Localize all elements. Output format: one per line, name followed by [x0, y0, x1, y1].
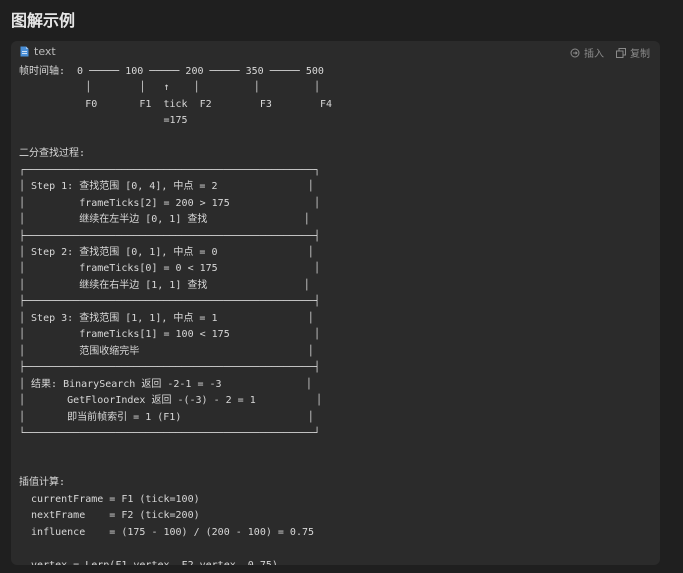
insert-button[interactable]: 插入	[570, 45, 604, 60]
code-line: └───────────────────────────────────────…	[19, 427, 321, 439]
code-line: vertex = Lerp(F1.vertex, F2.vertex, 0.75…	[19, 560, 278, 565]
code-line: 插值计算:	[19, 477, 66, 489]
code-line: │ frameTicks[2] = 200 > 175 │	[19, 197, 321, 209]
language-name: text	[34, 45, 56, 58]
code-line: │ │ ↑ │ │ │	[19, 82, 321, 94]
code-line: ┌───────────────────────────────────────…	[19, 164, 321, 176]
code-content: 帧时间轴: 0 ───── 100 ───── 200 ───── 350 ──…	[19, 64, 332, 565]
code-line: │ Step 2: 查找范围 [0, 1], 中点 = 0 │	[19, 246, 314, 258]
code-line: │ 继续在右半边 [1, 1] 查找 │	[19, 279, 310, 291]
code-line: ├───────────────────────────────────────…	[19, 230, 321, 242]
code-block: text 插入 复制 帧时间轴: 0 ───── 100 ───── 200 ─…	[11, 41, 660, 565]
code-line: influence = (175 - 100) / (200 - 100) = …	[19, 526, 315, 538]
code-line: ├───────────────────────────────────────…	[19, 296, 321, 308]
code-line: =175	[19, 115, 188, 127]
code-line: │ frameTicks[0] = 0 < 175 │	[19, 263, 321, 275]
copy-label: 复制	[630, 49, 650, 60]
code-line: currentFrame = F1 (tick=100)	[19, 493, 200, 505]
code-line: 帧时间轴: 0 ───── 100 ───── 200 ───── 350 ──…	[19, 66, 324, 77]
code-line: │ 结果: BinarySearch 返回 -2-1 = -3 │	[19, 378, 312, 390]
code-line: 二分查找过程:	[19, 148, 86, 160]
code-line: │ 继续在左半边 [0, 1] 查找 │	[19, 214, 310, 226]
file-icon	[20, 46, 29, 57]
page-title: 图解示例	[11, 11, 76, 30]
copy-button[interactable]: 复制	[616, 45, 650, 60]
language-label: text	[20, 45, 56, 58]
code-line: nextFrame = F2 (tick=200)	[19, 510, 200, 522]
code-line: │ GetFloorIndex 返回 -(-3) - 2 = 1 │	[19, 395, 322, 407]
code-line: F0 F1 tick F2 F3 F4	[19, 98, 333, 110]
insert-label: 插入	[584, 49, 604, 60]
copy-icon	[616, 47, 626, 58]
code-line: │ Step 1: 查找范围 [0, 4], 中点 = 2 │	[19, 181, 314, 193]
code-line: │ frameTicks[1] = 100 < 175 │	[19, 329, 321, 341]
code-block-header: text 插入 复制	[11, 41, 660, 63]
code-actions: 插入 复制	[570, 45, 650, 60]
code-line: │ 即当前帧索引 = 1 (F1) │	[19, 411, 314, 423]
code-line: ├───────────────────────────────────────…	[19, 362, 321, 374]
insert-icon	[570, 48, 580, 58]
code-line: │ Step 3: 查找范围 [1, 1], 中点 = 1 │	[19, 312, 314, 324]
code-line: │ 范围收缩完毕 │	[19, 345, 314, 357]
